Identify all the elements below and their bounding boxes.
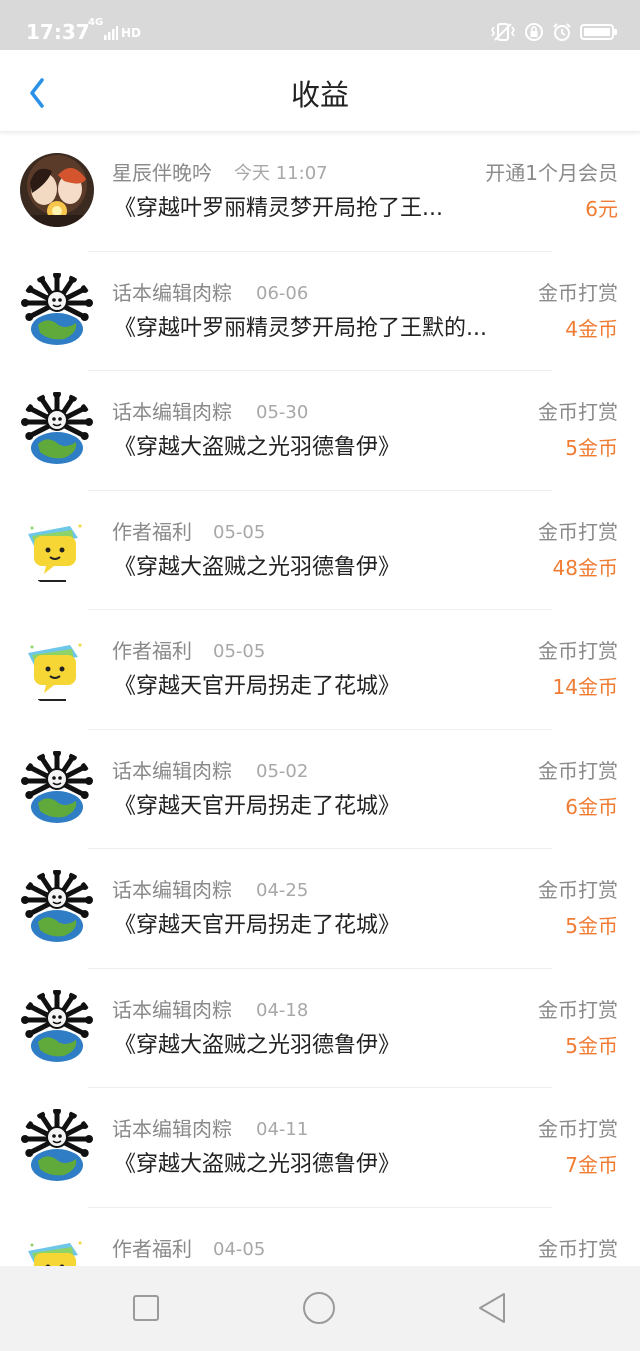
square-icon: [133, 1295, 159, 1321]
earning-type: 开通1个月会员: [485, 161, 618, 185]
avatar[interactable]: [20, 392, 94, 466]
book-title: 《穿越大盗贼之光羽德鲁伊》: [114, 435, 401, 460]
earning-amount: 4金币: [565, 316, 618, 341]
status-icons: [490, 20, 618, 44]
sender-name: 作者福利: [112, 519, 192, 544]
earning-amount: 5金币: [565, 1033, 618, 1058]
sender-name: 星辰伴晚吟: [112, 161, 212, 185]
record-date: 05-05: [213, 641, 266, 662]
sender-name: 话本编辑肉粽: [112, 997, 232, 1022]
earning-row[interactable]: 话本编辑肉粽 04-11 金币打赏《穿越大盗贼之光羽德鲁伊》 7金币: [0, 1088, 640, 1208]
avatar[interactable]: [20, 989, 94, 1064]
network-type: 4G: [88, 17, 104, 28]
avatar[interactable]: [20, 1109, 94, 1183]
earning-type: 金币打赏: [538, 1117, 618, 1141]
earnings-list[interactable]: 星辰伴晚吟 今天 11:07 开通1个月会员《穿越叶罗丽精灵梦开局抢了王... 6元话…: [0, 132, 640, 1266]
earning-type: 金币打赏: [538, 997, 618, 1022]
earning-type: 金币打赏: [538, 639, 618, 663]
vibrate-icon: [491, 23, 515, 41]
earning-row[interactable]: 作者福利 05-05 金币打赏《穿越天官开局拐走了花城》 14金币: [0, 610, 640, 730]
sender-name: 作者福利: [112, 639, 192, 663]
earning-amount: 14金币: [552, 675, 618, 699]
lock-rotation-icon: [525, 23, 543, 41]
book-title: 《穿越大盗贼之光羽德鲁伊》: [114, 1152, 401, 1177]
earning-amount: 5金币: [565, 914, 618, 938]
record-date: 04-05: [213, 1238, 266, 1260]
chat-bubble-avatar-image: [20, 631, 94, 705]
avatar[interactable]: [20, 750, 94, 825]
record-date: 04-11: [256, 1119, 309, 1140]
anime-avatar-image: [20, 153, 94, 227]
earth-bones-avatar-image: [20, 870, 94, 944]
nav-bar: 收益: [0, 50, 640, 132]
back-nav-button[interactable]: [476, 1291, 510, 1325]
earning-amount: 6金币: [565, 794, 618, 819]
alarm-icon: [553, 23, 571, 41]
earning-type: 金币打赏: [538, 758, 618, 783]
earning-type: 金币打赏: [538, 280, 618, 305]
system-nav-bar: [0, 1266, 640, 1351]
earning-amount: 48金币: [552, 555, 618, 580]
book-title: 《穿越天官开局拐走了花城》: [114, 793, 401, 819]
earning-row[interactable]: 话本编辑肉粽 05-30 金币打赏《穿越大盗贼之光羽德鲁伊》 5金币: [0, 371, 640, 491]
status-time: 17:37: [26, 20, 90, 44]
earning-amount: 7金币: [565, 1153, 618, 1177]
avatar[interactable]: [20, 1228, 94, 1266]
earning-amount: 5金币: [565, 436, 618, 460]
sender-name: 话本编辑肉粽: [112, 878, 232, 902]
record-date: 今天 11:07: [234, 163, 328, 184]
record-date: 04-25: [256, 880, 309, 901]
battery-icon: [580, 24, 617, 40]
sender-name: 话本编辑肉粽: [112, 280, 232, 305]
hd-indicator: HD: [121, 26, 142, 40]
circle-icon: [303, 1292, 335, 1324]
record-date: 05-05: [213, 521, 266, 543]
status-bar: 17:37 4G HD: [0, 0, 640, 50]
book-title: 《穿越天官开局拐走了花城》: [114, 674, 401, 699]
earning-type: 金币打赏: [538, 1236, 618, 1261]
earning-row[interactable]: 作者福利 04-05 金币打赏: [0, 1208, 640, 1266]
avatar[interactable]: [20, 153, 94, 227]
earning-row[interactable]: 话本编辑肉粽 04-18 金币打赏《穿越大盗贼之光羽德鲁伊》 5金币: [0, 969, 640, 1088]
sender-name: 话本编辑肉粽: [112, 758, 232, 783]
avatar[interactable]: [20, 272, 94, 347]
earth-bones-avatar-image: [20, 392, 94, 466]
earning-row[interactable]: 话本编辑肉粽 05-02 金币打赏《穿越天官开局拐走了花城》 6金币: [0, 730, 640, 849]
record-date: 05-30: [256, 402, 309, 423]
home-button[interactable]: [302, 1291, 336, 1325]
avatar[interactable]: [20, 631, 94, 705]
signal-icon: [104, 26, 118, 40]
sender-name: 话本编辑肉粽: [112, 1117, 232, 1141]
chat-bubble-avatar-image: [20, 511, 94, 586]
earth-bones-avatar-image: [20, 272, 94, 347]
earning-row[interactable]: 作者福利 05-05 金币打赏《穿越大盗贼之光羽德鲁伊》 48金币: [0, 491, 640, 610]
earning-row[interactable]: 星辰伴晚吟 今天 11:07 开通1个月会员《穿越叶罗丽精灵梦开局抢了王... 6元: [0, 132, 640, 252]
earning-type: 金币打赏: [538, 878, 618, 902]
chat-bubble-avatar-image: [20, 1228, 94, 1266]
earning-row[interactable]: 话本编辑肉粽 06-06 金币打赏《穿越叶罗丽精灵梦开局抢了王默的... 4金币: [0, 252, 640, 371]
earth-bones-avatar-image: [20, 989, 94, 1064]
page-title: 收益: [290, 78, 349, 112]
earning-amount: 6元: [585, 197, 618, 221]
book-title: 《穿越大盗贼之光羽德鲁伊》: [114, 554, 401, 580]
book-title: 《穿越叶罗丽精灵梦开局抢了王默的...: [114, 315, 487, 341]
earth-bones-avatar-image: [20, 750, 94, 825]
recent-apps-button[interactable]: [129, 1291, 163, 1325]
book-title: 《穿越叶罗丽精灵梦开局抢了王...: [114, 196, 443, 221]
earning-type: 金币打赏: [538, 400, 618, 424]
record-date: 04-18: [256, 999, 309, 1021]
book-title: 《穿越天官开局拐走了花城》: [114, 913, 401, 938]
earning-row[interactable]: 话本编辑肉粽 04-25 金币打赏《穿越天官开局拐走了花城》 5金币: [0, 849, 640, 969]
book-title: 《穿越大盗贼之光羽德鲁伊》: [114, 1032, 401, 1058]
record-date: 06-06: [256, 282, 309, 304]
sender-name: 作者福利: [112, 1236, 192, 1261]
avatar[interactable]: [20, 511, 94, 586]
triangle-back-icon: [479, 1293, 505, 1323]
earth-bones-avatar-image: [20, 1109, 94, 1183]
earning-type: 金币打赏: [538, 519, 618, 544]
record-date: 05-02: [256, 760, 309, 782]
sender-name: 话本编辑肉粽: [112, 400, 232, 424]
avatar[interactable]: [20, 870, 94, 944]
